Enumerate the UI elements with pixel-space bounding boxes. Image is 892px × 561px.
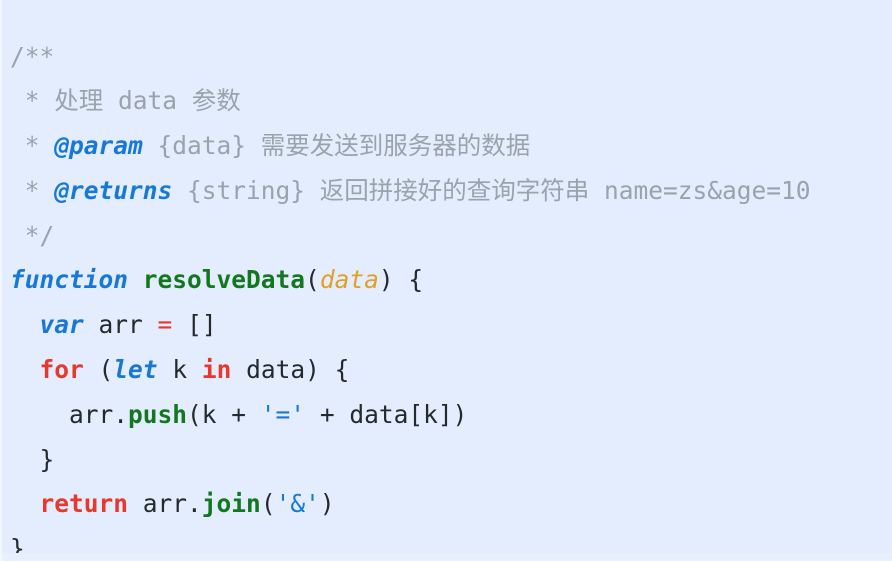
- code-snippet-screenshot: /** * 处理 data 参数 * @param {data} 需要发送到服务…: [0, 0, 892, 561]
- code-line: for (let k in data) {: [10, 348, 892, 393]
- code-token: data: [319, 265, 379, 295]
- code-token: in: [201, 355, 232, 385]
- code-token: push: [128, 399, 188, 429]
- code-line: }: [10, 438, 892, 483]
- code-token: (k +: [187, 399, 261, 429]
- code-token: {data} 需要发送到服务器的数据: [142, 131, 531, 161]
- code-token: join: [201, 489, 261, 519]
- code-token: ) {: [378, 265, 424, 295]
- code-token: return: [39, 489, 129, 519]
- code-token: resolveData: [142, 265, 306, 295]
- code-block[interactable]: /** * 处理 data 参数 * @param {data} 需要发送到服务…: [10, 35, 892, 561]
- code-token: /**: [10, 41, 55, 71]
- code-line: * @returns {string} 返回拼接好的查询字符串 name=zs&…: [10, 169, 892, 214]
- code-token: arr.: [10, 399, 129, 429]
- code-token: + data[k]): [305, 399, 468, 429]
- code-token: */: [10, 220, 55, 250]
- code-token: (: [83, 355, 114, 385]
- code-token: '=': [260, 399, 306, 429]
- code-token: data) {: [231, 355, 350, 385]
- code-token: *: [10, 131, 55, 161]
- code-token: ): [319, 489, 335, 519]
- code-token: @param: [54, 131, 143, 161]
- code-line: */: [10, 214, 892, 259]
- code-token: function: [10, 265, 129, 295]
- code-token: * 处理 data 参数: [10, 86, 241, 116]
- code-token: var: [39, 310, 84, 340]
- code-line: return arr.join('&'): [10, 482, 892, 527]
- code-token: (: [260, 489, 276, 519]
- code-token: @returns: [54, 175, 173, 205]
- code-token: arr: [83, 310, 158, 340]
- code-token: =: [157, 310, 173, 340]
- code-token: []: [172, 310, 217, 340]
- code-line: * @param {data} 需要发送到服务器的数据: [10, 124, 892, 169]
- code-line: var arr = []: [10, 303, 892, 348]
- code-token: '&': [275, 489, 320, 519]
- code-line: /**: [10, 35, 892, 80]
- code-token: (: [305, 265, 320, 295]
- code-line: function resolveData(data) {: [10, 258, 892, 303]
- code-line: * 处理 data 参数: [10, 79, 892, 124]
- code-token: let: [113, 355, 158, 385]
- code-token: k: [157, 355, 202, 385]
- code-token: }: [10, 444, 55, 474]
- code-line: }: [10, 527, 892, 561]
- code-token: }: [10, 534, 25, 561]
- code-token: for: [39, 355, 84, 385]
- code-token: arr.: [128, 489, 202, 519]
- code-token: *: [10, 175, 55, 205]
- code-line: arr.push(k + '=' + data[k]): [10, 393, 892, 438]
- code-token: {string} 返回拼接好的查询字符串 name=zs&age=10: [172, 175, 811, 205]
